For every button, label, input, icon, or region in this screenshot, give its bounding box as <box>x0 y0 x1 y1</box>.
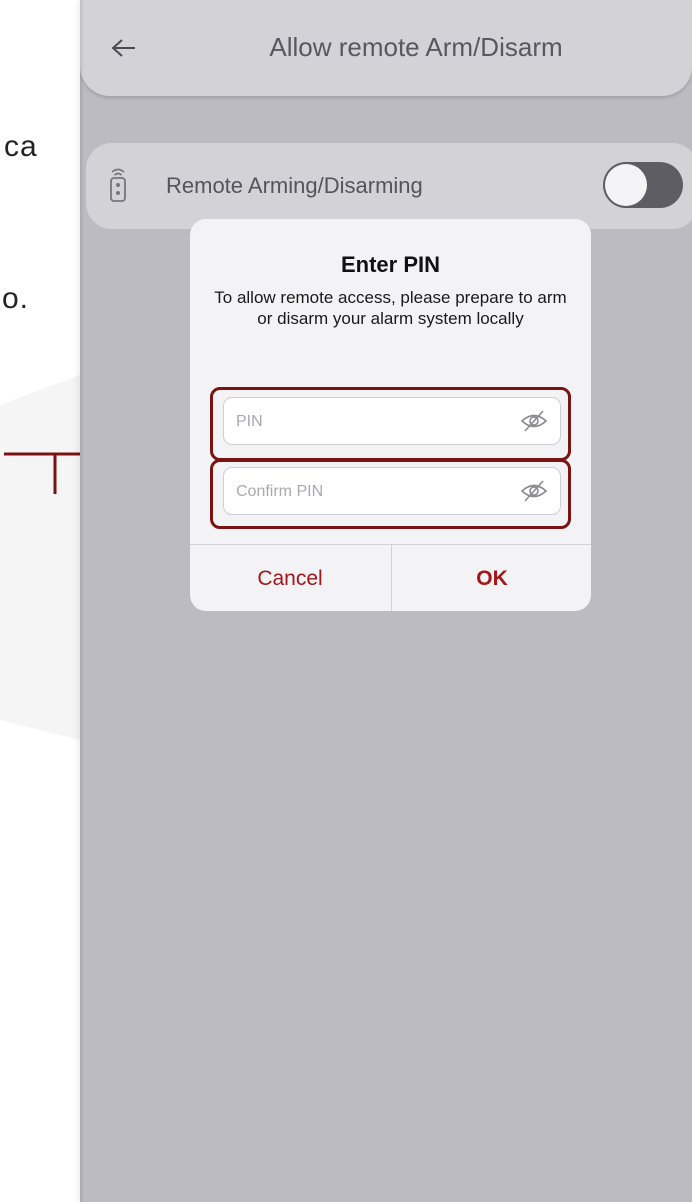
eye-slash-icon[interactable] <box>520 409 548 433</box>
remote-control-icon <box>110 168 126 202</box>
page-title: Allow remote Arm/Disarm <box>269 32 563 62</box>
cancel-button[interactable]: Cancel <box>190 545 390 611</box>
enter-pin-dialog: Enter PIN To allow remote access, please… <box>190 219 591 611</box>
dialog-button-bar: Cancel OK <box>190 544 591 611</box>
remote-arming-toggle[interactable] <box>603 162 683 208</box>
dialog-message: To allow remote access, please prepare t… <box>214 288 567 328</box>
ok-button[interactable]: OK <box>391 545 591 611</box>
dialog-title: Enter PIN <box>340 252 441 277</box>
setting-row-label: Remote Arming/Disarming <box>166 173 423 198</box>
confirm-pin-input[interactable]: Confirm PIN <box>223 467 561 515</box>
document-text-fragment: ca <box>4 130 38 163</box>
confirm-pin-placeholder: Confirm PIN <box>236 483 324 500</box>
pin-placeholder: PIN <box>236 413 263 430</box>
setting-row-remote-arming: Remote Arming/Disarming <box>86 143 692 229</box>
app-header: Allow remote Arm/Disarm <box>80 0 692 96</box>
document-text-fragment: o. <box>2 282 30 315</box>
phone-screen: Allow remote Arm/Disarm Remote Arming/Di… <box>80 0 692 1202</box>
toggle-knob <box>605 164 647 206</box>
pin-input[interactable]: PIN <box>223 397 561 445</box>
eye-slash-icon[interactable] <box>520 479 548 503</box>
